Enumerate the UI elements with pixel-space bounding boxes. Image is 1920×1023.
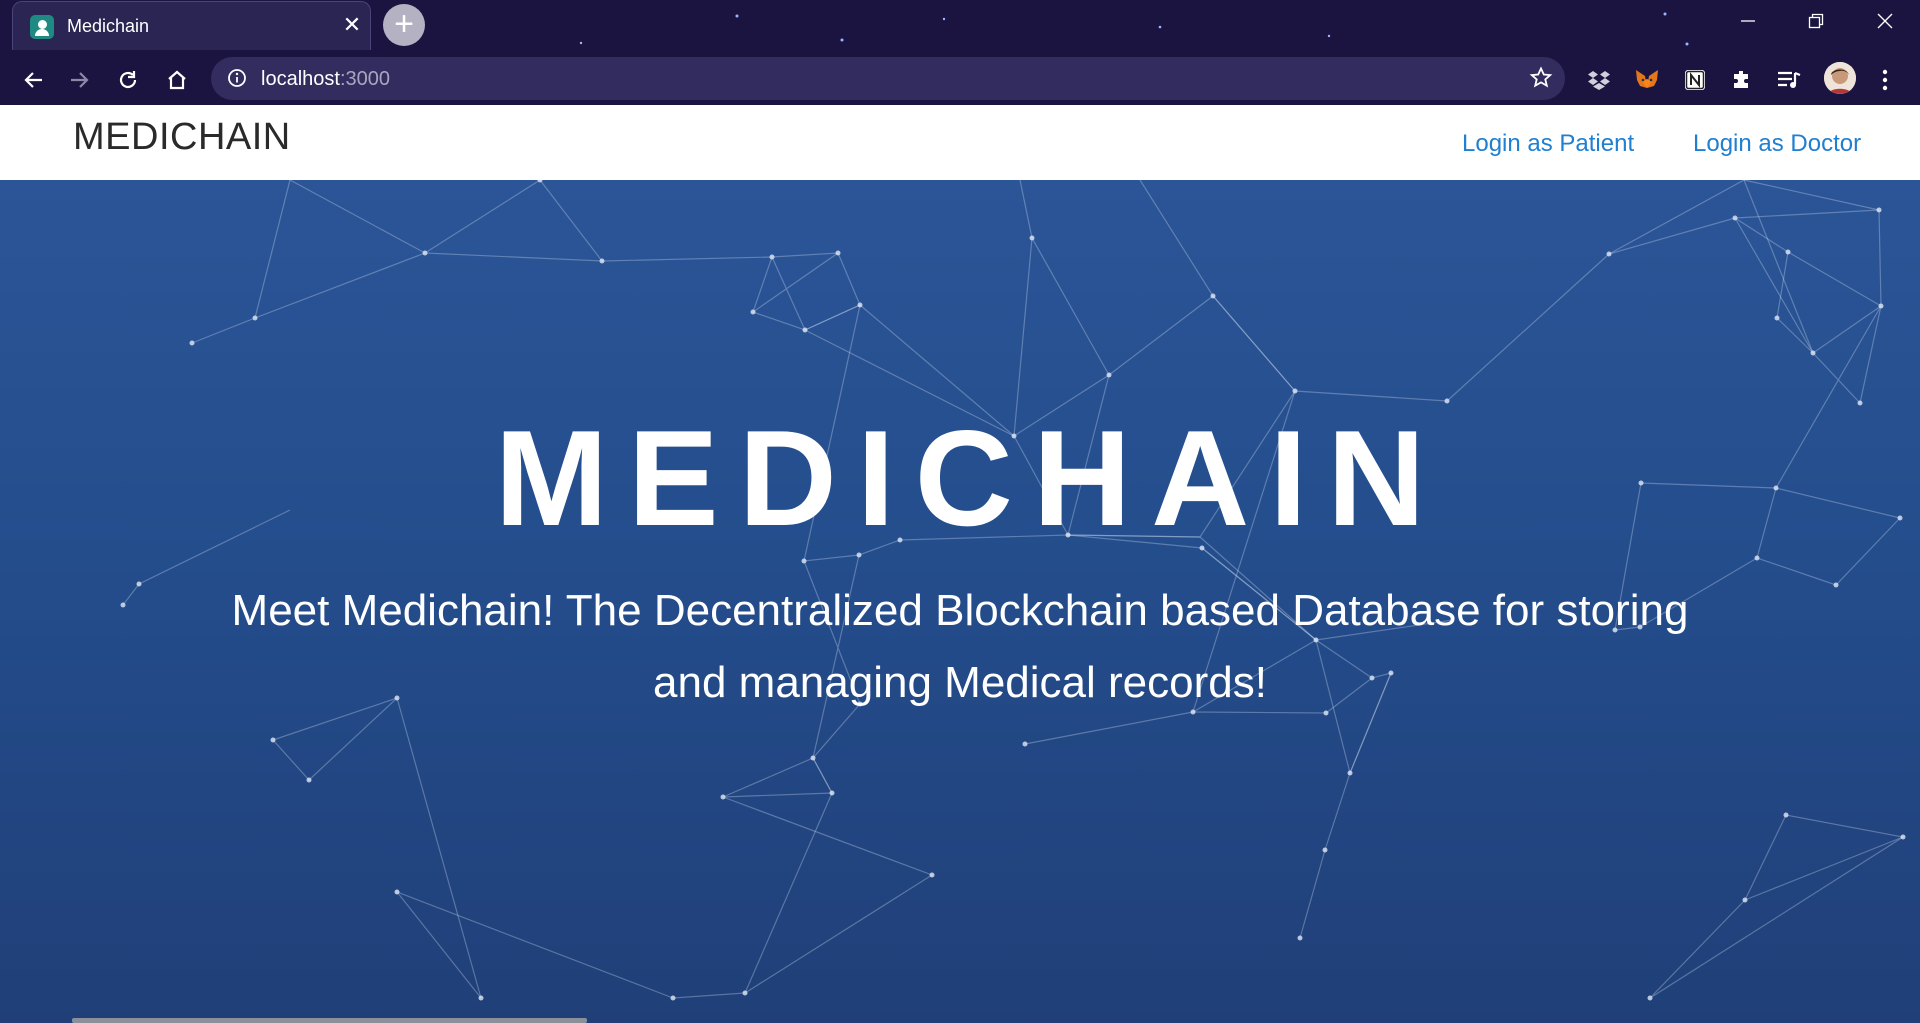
notion-icon bbox=[1685, 70, 1705, 90]
reload-button[interactable] bbox=[111, 63, 145, 97]
hero-title: MEDICHAIN bbox=[494, 402, 1446, 554]
back-icon bbox=[24, 72, 42, 88]
profile-avatar[interactable] bbox=[1824, 62, 1856, 94]
bookmark-star-icon[interactable] bbox=[1529, 66, 1553, 90]
tab-strip: Medichain ✕ + bbox=[0, 0, 1920, 50]
site-info-icon[interactable] bbox=[227, 68, 247, 88]
tab-medichain[interactable]: Medichain ✕ bbox=[12, 1, 371, 50]
horizontal-scrollbar[interactable] bbox=[72, 1018, 587, 1023]
metamask-extension[interactable] bbox=[1630, 63, 1664, 97]
profile-avatar-icon bbox=[1824, 62, 1856, 94]
reload-icon bbox=[119, 71, 137, 89]
minimize-icon bbox=[1741, 20, 1755, 22]
menu-icon bbox=[1882, 69, 1888, 91]
metamask-icon bbox=[1636, 70, 1658, 88]
restore-button[interactable] bbox=[1788, 0, 1844, 44]
address-bar[interactable]: localhost:3000 bbox=[211, 57, 1565, 100]
navbar-brand[interactable]: MEDICHAIN bbox=[73, 116, 291, 159]
notion-extension[interactable] bbox=[1678, 63, 1712, 97]
close-icon bbox=[1877, 13, 1893, 29]
browser-chrome: Medichain ✕ + localhost:3000 bbox=[0, 0, 1920, 105]
browser-menu-button[interactable] bbox=[1868, 63, 1902, 97]
url-text: localhost:3000 bbox=[261, 68, 390, 91]
url-host: localhost bbox=[261, 68, 340, 90]
new-tab-button[interactable]: + bbox=[383, 4, 425, 46]
home-button[interactable] bbox=[160, 63, 194, 97]
browser-toolbar: localhost:3000 bbox=[0, 55, 1920, 105]
login-patient-link[interactable]: Login as Patient bbox=[1462, 130, 1634, 158]
minimize-button[interactable] bbox=[1720, 0, 1776, 44]
tab-title: Medichain bbox=[67, 16, 150, 36]
hero-section: MEDICHAIN Meet Medichain! The Decentrali… bbox=[0, 180, 1920, 1023]
dropbox-icon bbox=[1588, 71, 1610, 90]
home-icon bbox=[168, 70, 186, 90]
web-page: MEDICHAIN Login as Patient Login as Doct… bbox=[0, 105, 1920, 1023]
media-queue-icon bbox=[1778, 71, 1801, 88]
tab-close-icon[interactable]: ✕ bbox=[339, 12, 365, 38]
login-doctor-link[interactable]: Login as Doctor bbox=[1693, 130, 1861, 158]
forward-icon bbox=[71, 72, 89, 88]
dropbox-extension[interactable] bbox=[1582, 63, 1616, 97]
url-port: :3000 bbox=[339, 68, 390, 90]
extensions-icon bbox=[1734, 71, 1748, 88]
forward-button[interactable] bbox=[63, 63, 97, 97]
window-close-button[interactable] bbox=[1857, 0, 1913, 44]
media-queue-button[interactable] bbox=[1772, 63, 1806, 97]
back-button[interactable] bbox=[16, 63, 50, 97]
medichain-favicon-icon bbox=[30, 15, 54, 39]
extensions-button[interactable] bbox=[1725, 63, 1759, 97]
restore-icon bbox=[1808, 13, 1824, 29]
hero-subtitle: Meet Medichain! The Decentralized Blockc… bbox=[231, 586, 1689, 707]
site-navbar: MEDICHAIN Login as Patient Login as Doct… bbox=[0, 105, 1920, 180]
